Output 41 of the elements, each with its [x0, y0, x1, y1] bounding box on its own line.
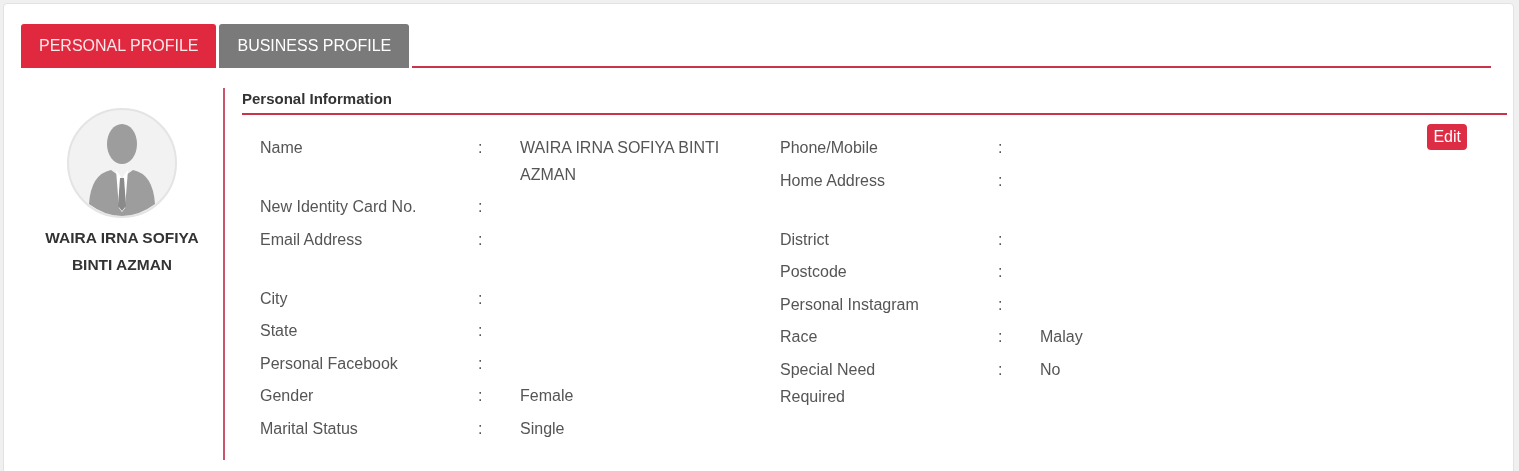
field-colon: : — [478, 353, 484, 374]
field-colon: : — [998, 294, 1004, 315]
field-value: WAIRA IRNA SOFIYA BINTI AZMAN — [520, 138, 720, 185]
field-label: State — [260, 321, 299, 341]
avatar-icon — [67, 108, 177, 218]
edit-button[interactable]: Edit — [1427, 124, 1467, 150]
section-title: Personal Information — [242, 90, 1507, 115]
field-label: Personal Facebook — [260, 353, 399, 374]
field-value: Malay — [1040, 327, 1084, 347]
field-label: Home Address — [780, 170, 886, 191]
field-value: Single — [520, 418, 566, 439]
field-colon: : — [478, 197, 484, 217]
field-colon: : — [998, 229, 1004, 250]
field-label: Personal Instagram — [780, 294, 920, 315]
field-value: No — [1040, 359, 1062, 380]
field-colon: : — [478, 138, 484, 158]
field-colon: : — [478, 288, 484, 309]
profile-tab[interactable]: BUSINESS PROFILE — [219, 24, 410, 68]
field-colon: : — [998, 262, 1004, 282]
field-label: City — [260, 288, 289, 309]
field-label: Marital Status — [260, 418, 359, 439]
field-colon: : — [478, 229, 484, 250]
field-colon: : — [478, 386, 484, 406]
field-label: Postcode — [780, 262, 848, 282]
field-label: Phone/Mobile — [780, 138, 879, 158]
field-label: New Identity Card No. — [260, 197, 418, 217]
field-label: District — [780, 229, 830, 250]
field-colon: : — [998, 138, 1004, 158]
field-colon: : — [998, 359, 1004, 380]
field-value: Female — [520, 386, 575, 406]
field-colon: : — [478, 418, 484, 439]
profile-name: WAIRA IRNA SOFIYA BINTI AZMAN — [44, 228, 200, 275]
field-colon: : — [998, 170, 1004, 191]
field-label: Email Address — [260, 229, 364, 250]
field-label: Race — [780, 327, 819, 347]
field-colon: : — [998, 327, 1004, 347]
profile-tab[interactable]: PERSONAL PROFILE — [21, 24, 217, 68]
field-colon: : — [478, 321, 484, 341]
field-label: Gender — [260, 386, 315, 406]
field-label: Special Need Required — [780, 359, 877, 407]
field-label: Name — [260, 138, 304, 158]
